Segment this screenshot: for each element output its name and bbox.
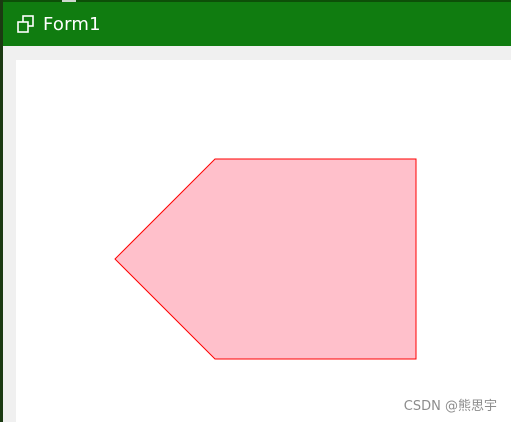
form-window: Form1 CSDN @熊思宇: [0, 0, 511, 422]
restore-window-icon: [15, 13, 37, 35]
window-title: Form1: [43, 13, 101, 35]
drawing-canvas: [114, 158, 417, 360]
pentagon-arrow-shape: [114, 158, 417, 360]
csdn-watermark: CSDN @熊思宇: [403, 399, 497, 414]
title-bar[interactable]: Form1: [3, 2, 511, 46]
form-client-area[interactable]: CSDN @熊思宇: [16, 60, 511, 422]
window-left-edge: [0, 0, 3, 422]
